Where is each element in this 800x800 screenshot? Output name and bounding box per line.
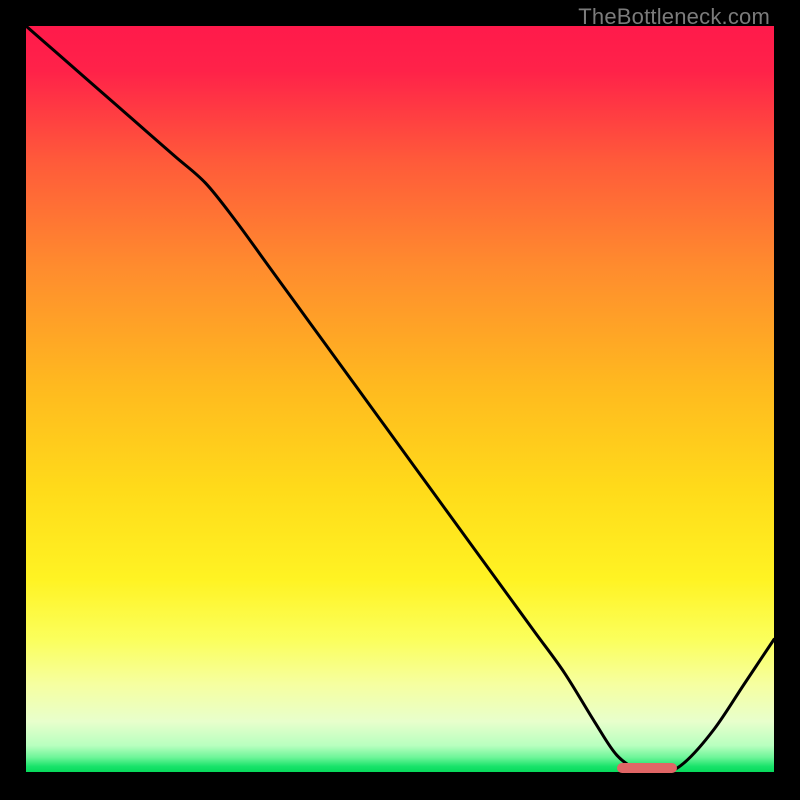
optimal-range-marker [617, 763, 677, 773]
watermark-label: TheBottleneck.com [578, 4, 770, 30]
plot-area [26, 26, 774, 774]
chart-frame [26, 26, 774, 774]
bottleneck-curve [26, 26, 774, 774]
